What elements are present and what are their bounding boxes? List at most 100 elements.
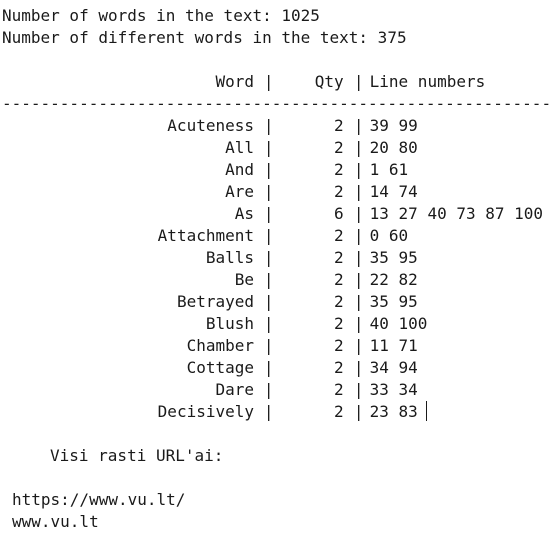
url-item: www.vu.lt — [2, 511, 553, 533]
column-divider: | — [263, 402, 274, 421]
row-word: Attachment — [157, 226, 254, 245]
row-line-numbers: 14 74 — [369, 182, 418, 201]
column-divider: | — [263, 116, 274, 135]
row-word: Are — [225, 182, 254, 201]
column-divider: | — [353, 402, 364, 421]
table-row: Are | 2 | 14 74 — [2, 181, 553, 203]
row-line-numbers: 40 100 — [369, 314, 428, 333]
column-divider: | — [263, 314, 274, 333]
separator-rule: ----------------------------------------… — [2, 94, 553, 113]
table-row: Chamber | 2 | 11 71 — [2, 335, 553, 357]
column-divider: | — [353, 204, 364, 223]
row-line-numbers: 0 60 — [369, 226, 409, 245]
row-word: Betrayed — [176, 292, 254, 311]
row-word: As — [234, 204, 254, 223]
row-word: All — [225, 138, 254, 157]
column-divider: | — [353, 160, 364, 179]
row-qty: 2 — [334, 358, 344, 377]
header-word: Word — [215, 72, 254, 91]
row-line-numbers: 20 80 — [369, 138, 418, 157]
table-row: All | 2 | 20 80 — [2, 137, 553, 159]
column-divider: | — [353, 138, 364, 157]
column-divider: | — [353, 248, 364, 267]
row-qty: 2 — [334, 138, 344, 157]
column-divider: | — [263, 160, 274, 179]
column-divider: | — [353, 270, 364, 289]
table-row: Attachment | 2 | 0 60 — [2, 225, 553, 247]
row-line-numbers: 1 61 — [369, 160, 409, 179]
table-row: Acuteness | 2 | 39 99 — [2, 115, 553, 137]
column-divider: | — [263, 72, 274, 91]
column-divider: | — [353, 182, 364, 201]
column-divider: | — [263, 204, 274, 223]
text-cursor — [425, 401, 427, 421]
row-word: Acuteness — [167, 116, 254, 135]
row-word: Balls — [205, 248, 254, 267]
column-divider: | — [263, 226, 274, 245]
column-divider: | — [263, 336, 274, 355]
row-line-numbers: 23 83 — [369, 402, 418, 421]
row-qty: 2 — [334, 182, 344, 201]
row-qty: 2 — [334, 292, 344, 311]
table-row: Blush | 2 | 40 100 — [2, 313, 553, 335]
table-row: As | 6 | 13 27 40 73 87 100 — [2, 203, 553, 225]
row-qty: 2 — [334, 402, 344, 421]
row-qty: 2 — [334, 270, 344, 289]
column-divider: | — [353, 358, 364, 377]
column-divider: | — [353, 116, 364, 135]
row-word: Chamber — [186, 336, 254, 355]
row-qty: 6 — [334, 204, 344, 223]
row-qty: 2 — [334, 314, 344, 333]
column-divider: | — [353, 292, 364, 311]
row-word: Blush — [205, 314, 254, 333]
row-qty: 2 — [334, 160, 344, 179]
column-divider: | — [353, 336, 364, 355]
table-row: Balls | 2 | 35 95 — [2, 247, 553, 269]
column-divider: | — [353, 380, 364, 399]
column-divider: | — [263, 292, 274, 311]
column-divider: | — [263, 138, 274, 157]
row-qty: 2 — [334, 116, 344, 135]
row-qty: 2 — [334, 226, 344, 245]
table-row: Decisively | 2 | 23 83 — [2, 401, 553, 423]
url-text[interactable]: https://www.vu.lt/ — [2, 490, 185, 509]
row-qty: 2 — [334, 248, 344, 267]
urls-heading-text: Visi rasti URL'ai: — [50, 446, 224, 465]
column-divider: | — [353, 72, 364, 91]
urls-heading: Visi rasti URL'ai: — [2, 445, 553, 467]
row-word: Decisively — [157, 402, 254, 421]
table-row: Be | 2 | 22 82 — [2, 269, 553, 291]
row-qty: 2 — [334, 336, 344, 355]
console-output: Number of words in the text: 1025 Number… — [2, 5, 553, 533]
table-header: Word | Qty | Line numbers — [2, 71, 553, 93]
header-line-numbers: Line numbers — [369, 72, 486, 91]
header-qty: Qty — [314, 72, 344, 91]
url-text[interactable]: www.vu.lt — [2, 512, 99, 531]
row-line-numbers: 34 94 — [369, 358, 418, 377]
column-divider: | — [263, 182, 274, 201]
column-divider: | — [263, 380, 274, 399]
column-divider: | — [263, 358, 274, 377]
table-row: Betrayed | 2 | 35 95 — [2, 291, 553, 313]
row-qty: 2 — [334, 380, 344, 399]
column-divider: | — [263, 248, 274, 267]
row-word: And — [225, 160, 254, 179]
row-word: Be — [234, 270, 254, 289]
table-body: Acuteness | 2 | 39 99 All | 2 | 20 80 And | 2 | 1 6… — [2, 115, 553, 423]
column-divider: | — [263, 270, 274, 289]
row-line-numbers: 22 82 — [369, 270, 418, 289]
row-word: Cottage — [186, 358, 254, 377]
word-count-line: Number of words in the text: 1025 — [2, 6, 320, 25]
url-item: https://www.vu.lt/ — [2, 489, 553, 511]
table-row: And | 2 | 1 61 — [2, 159, 553, 181]
column-divider: | — [353, 314, 364, 333]
column-divider: | — [353, 226, 364, 245]
table-row: Dare | 2 | 33 34 — [2, 379, 553, 401]
row-line-numbers: 39 99 — [369, 116, 418, 135]
row-line-numbers: 33 34 — [369, 380, 418, 399]
row-line-numbers: 11 71 — [369, 336, 418, 355]
row-line-numbers: 35 95 — [369, 248, 418, 267]
